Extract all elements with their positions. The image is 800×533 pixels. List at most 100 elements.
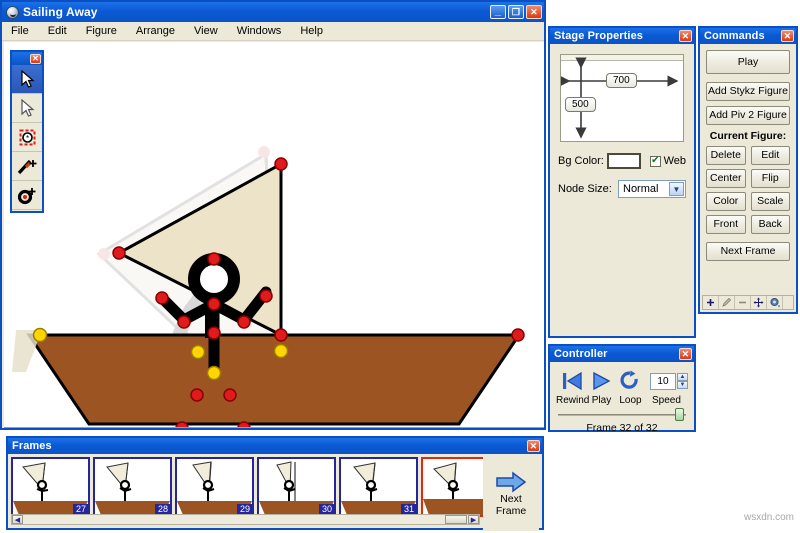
stage-canvas[interactable] [4,42,544,428]
speed-down-icon[interactable]: ▼ [676,380,688,389]
menu-arrange[interactable]: Arrange [133,24,178,38]
frames-scroll-thumb[interactable] [445,515,467,524]
speed-up-icon[interactable]: ▲ [676,372,688,381]
select-arrow-icon [20,69,35,88]
play-button[interactable]: Play [706,50,790,74]
loop-label: Loop [619,395,642,406]
delete-button[interactable]: Delete [706,146,746,165]
speed-control: 10 ▲ ▼ Speed [645,368,688,406]
menu-help[interactable]: Help [297,24,326,38]
stage-properties-title: Stage Properties [554,30,644,42]
frame-thumbnail[interactable]: 31 [339,457,418,517]
tool-palette-titlebar: ✕ [12,52,42,65]
play-control-button[interactable]: Play [587,368,616,406]
rewind-label: Rewind [556,395,590,406]
bg-color-label: Bg Color: [558,155,604,167]
menu-figure[interactable]: Figure [83,24,120,38]
boat-hull [26,333,522,426]
timeline-slider[interactable] [558,408,686,421]
stage-properties-close-button[interactable]: ✕ [679,30,692,42]
menu-bar: File Edit Figure Arrange View Windows He… [2,22,544,41]
center-button[interactable]: Center [706,169,746,188]
figure-command-grid: Delete Edit Center Flip Color Scale Fron… [706,146,790,234]
node-size-row: Node Size: Normal ▼ [558,180,686,198]
scroll-right-icon[interactable]: ▶ [468,515,479,524]
commands-title: Commands [704,30,765,42]
minus-icon[interactable] [735,296,751,309]
scroll-left-icon[interactable]: ◀ [12,515,23,524]
pencil-icon[interactable] [719,296,735,309]
commands-body: Play Add Stykz Figure Add Piv 2 Figure C… [700,44,796,270]
application-root: Sailing Away _ ❒ ✕ File Edit Figure Arra… [0,0,800,533]
menu-view[interactable]: View [191,24,221,38]
menu-windows[interactable]: Windows [234,24,285,38]
subselect-arrow-tool[interactable] [12,94,42,123]
maximize-button[interactable]: ❒ [508,5,524,19]
web-checkbox[interactable]: ✔ [650,155,661,167]
node-size-value: Normal [623,183,659,195]
add-segment-tool[interactable] [12,152,42,181]
svg-text:*: * [25,134,28,143]
node-handle-tool[interactable]: * [12,123,42,152]
next-frame-line1: Next [500,493,522,505]
commands-close-button[interactable]: ✕ [781,30,794,42]
web-label: Web [663,155,686,167]
bg-color-row: Bg Color: ✔ Web [558,153,686,169]
front-button[interactable]: Front [706,215,746,234]
loop-button[interactable]: Loop [616,368,645,406]
stage-size-diagram: 700 500 [560,54,684,142]
next-frame-button[interactable]: Next Frame [706,242,790,261]
move-icon[interactable] [751,296,767,309]
stage-properties-body: 700 500 Bg Color: ✔ Web Node Size: Norma… [550,44,694,206]
controller-panel: Controller ✕ Rewind Play Loop 10 ▲ ▼ Spe… [548,344,696,434]
speed-input[interactable]: 10 [649,372,676,390]
main-titlebar: Sailing Away _ ❒ ✕ [2,2,544,22]
controller-titlebar: Controller ✕ [550,346,694,362]
controller-title: Controller [554,348,608,360]
watermark: wsxdn.com [743,512,794,523]
frame-thumbnail[interactable]: 29 [175,457,254,517]
speed-stepper[interactable]: ▲ ▼ [676,372,688,389]
gear-icon[interactable] [767,296,783,309]
rewind-button[interactable]: Rewind [556,368,590,406]
chevron-down-icon: ▼ [669,182,684,196]
tool-palette-close-icon[interactable]: ✕ [30,53,41,64]
commands-titlebar: Commands ✕ [700,28,796,44]
timeline-slider-track [558,414,686,416]
add-stykz-figure-button[interactable]: Add Stykz Figure [706,82,790,101]
frames-close-button[interactable]: ✕ [527,440,540,452]
stage-width-field[interactable]: 700 [606,73,637,88]
stage-height-field[interactable]: 500 [565,97,596,112]
next-frame-line2: Frame [495,505,527,517]
frames-scrollbar[interactable]: ◀ ▶ [11,514,480,525]
edit-button[interactable]: Edit [750,146,790,165]
stage-properties-panel: Stage Properties ✕ 700 500 Bg Color: ✔ W… [548,26,696,338]
add-piv2-figure-button[interactable]: Add Piv 2 Figure [706,106,790,125]
add-segment-icon [17,159,37,174]
select-arrow-tool[interactable] [12,65,42,94]
menu-file[interactable]: File [8,24,32,38]
frames-titlebar: Frames ✕ [8,438,542,454]
flip-button[interactable]: Flip [750,169,790,188]
play-label: Play [591,395,612,406]
frame-thumbnail[interactable]: 30 [257,457,336,517]
menu-edit[interactable]: Edit [45,24,70,38]
minimize-button[interactable]: _ [490,5,506,19]
node-size-select[interactable]: Normal ▼ [618,180,686,198]
commands-panel: Commands ✕ Play Add Stykz Figure Add Piv… [698,26,798,314]
back-button[interactable]: Back [750,215,790,234]
controller-close-button[interactable]: ✕ [679,348,692,360]
scale-button[interactable]: Scale [750,192,790,211]
frame-thumbnail[interactable]: 28 [93,457,172,517]
add-node-tool[interactable] [12,181,42,210]
tool-palette: ✕ * [10,50,44,213]
close-button[interactable]: ✕ [526,5,542,19]
timeline-slider-thumb[interactable] [675,408,684,421]
frames-title: Frames [12,440,52,452]
frames-next-frame-button[interactable]: Next Frame [483,457,539,531]
bg-color-swatch[interactable] [607,153,642,169]
color-button[interactable]: Color [706,192,746,211]
rewind-icon [556,368,587,394]
frame-thumbnail[interactable]: 27 [11,457,90,517]
plus-icon[interactable] [703,296,719,309]
